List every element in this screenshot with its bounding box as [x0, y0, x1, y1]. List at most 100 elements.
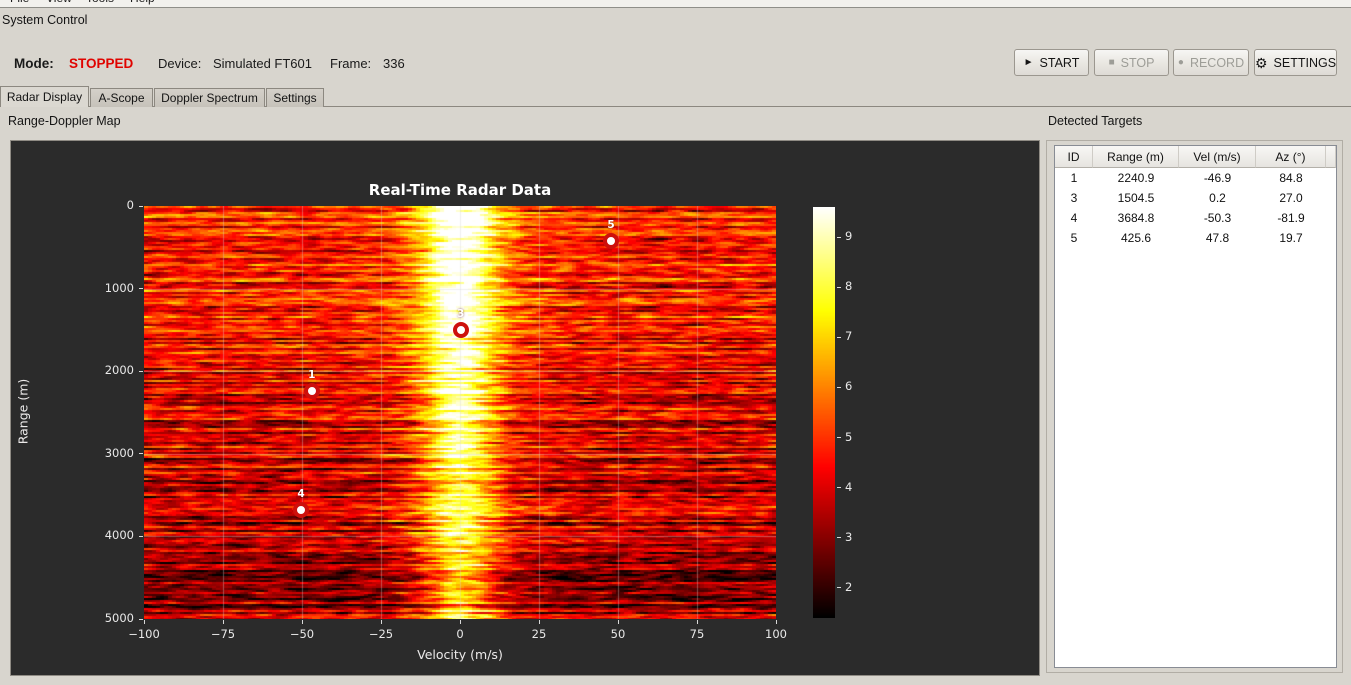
menu-item-view[interactable]: View [46, 0, 72, 5]
y-tick-mark [139, 206, 143, 207]
menu-item-tools[interactable]: Tools [86, 0, 114, 5]
x-tick-mark [223, 620, 224, 624]
table-row[interactable]: 4 3684.8 -50.3 -81.9 [1055, 208, 1336, 228]
colorbar-tick-label: 8 [845, 279, 853, 294]
colorbar-tick-mark [837, 437, 841, 438]
x-tick-mark [302, 620, 303, 624]
record-button: ● RECORD [1173, 49, 1249, 76]
x-tick-label: −100 [128, 627, 160, 641]
table-cell: 84.8 [1279, 171, 1303, 185]
colorbar-tick-mark [837, 387, 841, 388]
table-cell: -81.9 [1277, 211, 1305, 225]
tab-settings[interactable]: Settings [266, 88, 324, 107]
x-tick-label: 100 [765, 627, 787, 641]
start-button-label: START [1039, 55, 1080, 70]
target-marker-label: 4 [297, 488, 305, 501]
colorbar-tick-label: 5 [845, 429, 853, 444]
stop-button-label: STOP [1120, 55, 1155, 70]
settings-button[interactable]: ⚙ SETTINGS [1254, 49, 1337, 76]
target-marker-label: 1 [308, 369, 316, 382]
colorbar [813, 207, 835, 618]
table-cell: 425.6 [1120, 231, 1152, 245]
table-cell: 27.0 [1279, 191, 1303, 205]
system-control-group: System Control Mode: STOPPED Device: Sim… [0, 8, 1351, 86]
table-cell: -46.9 [1203, 171, 1232, 185]
tab-bar: Radar Display A-Scope Doppler Spectrum Sett… [0, 86, 1351, 107]
table-cell: -50.3 [1203, 211, 1232, 225]
table-cell: 2240.9 [1117, 171, 1155, 185]
y-tick-mark [139, 288, 143, 289]
x-tick-mark [539, 620, 540, 624]
tab-radar-display[interactable]: Radar Display [0, 86, 89, 107]
device-value: Simulated FT601 [213, 56, 312, 71]
column-header-filler [1326, 146, 1336, 168]
y-tick-label: 0 [126, 198, 134, 212]
colorbar-tick-label: 9 [845, 229, 853, 244]
play-icon: ► [1023, 56, 1034, 68]
menu-item-file[interactable]: File [10, 0, 29, 5]
x-tick-label: −75 [210, 627, 236, 641]
table-cell: 0.2 [1209, 191, 1226, 205]
table-cell: 3684.8 [1117, 211, 1155, 225]
y-tick-label: 5000 [104, 611, 134, 625]
start-button[interactable]: ► START [1014, 49, 1089, 76]
table-cell: 3 [1070, 191, 1078, 205]
colorbar-tick-mark [837, 487, 841, 488]
range-doppler-map-title: Range-Doppler Map [8, 114, 121, 128]
record-button-label: RECORD [1189, 55, 1245, 70]
column-header-id[interactable]: ID [1055, 146, 1093, 168]
settings-button-label: SETTINGS [1273, 55, 1337, 70]
detected-targets-title: Detected Targets [1048, 114, 1143, 128]
target-marker-label: 3 [456, 308, 465, 321]
column-header-range-m[interactable]: Range (m) [1093, 146, 1179, 168]
x-axis-label: Velocity (m/s) [417, 647, 503, 662]
mode-value: STOPPED [69, 56, 134, 71]
device-label: Device: [158, 56, 202, 71]
menu-bar: File View Tools Help [0, 0, 1351, 8]
menu-item-help[interactable]: Help [130, 0, 155, 5]
table-cell: 5 [1070, 231, 1078, 245]
table-row[interactable]: 5 425.6 47.8 19.7 [1055, 228, 1336, 248]
stop-button: ■ STOP [1094, 49, 1169, 76]
y-axis-label: Range (m) [15, 378, 31, 445]
detected-targets-table[interactable]: ID Range (m) Vel (m/s) Az (°) 1 2240.9 -46.9 84… [1054, 145, 1337, 668]
x-tick-mark [697, 620, 698, 624]
table-cell: 19.7 [1279, 231, 1303, 245]
heatmap-canvas [144, 206, 776, 619]
table-cell: 4 [1070, 211, 1078, 225]
x-tick-label: −50 [289, 627, 315, 641]
range-doppler-plot: Real-Time Radar Data −100 −75 −50 −25 0 25 50 7… [10, 140, 1040, 676]
chart-title: Real-Time Radar Data [368, 181, 552, 199]
colorbar-tick-label: 3 [845, 529, 853, 544]
colorbar-tick-mark [837, 287, 841, 288]
tab-doppler-spectrum[interactable]: Doppler Spectrum [154, 88, 265, 107]
column-header-az[interactable]: Az (°) [1256, 146, 1326, 168]
target-marker-label: 5 [607, 219, 615, 232]
target-marker [452, 322, 469, 339]
colorbar-tick-mark [837, 587, 841, 588]
frame-value: 336 [383, 56, 405, 71]
colorbar-tick-mark [837, 237, 841, 238]
frame-label: Frame: [330, 56, 372, 71]
tab-a-scope[interactable]: A-Scope [90, 88, 153, 107]
colorbar-tick-label: 6 [845, 379, 853, 394]
x-tick-label: 0 [456, 627, 464, 641]
mode-label: Mode: [14, 56, 54, 71]
colorbar-tick-label: 2 [845, 579, 853, 594]
detected-targets-group: ID Range (m) Vel (m/s) Az (°) 1 2240.9 -46.9 84… [1046, 140, 1343, 673]
column-header-vel-m-s[interactable]: Vel (m/s) [1179, 146, 1256, 168]
colorbar-tick-label: 7 [845, 329, 853, 344]
table-row[interactable]: 1 2240.9 -46.9 84.8 [1055, 168, 1336, 188]
x-tick-mark [381, 620, 382, 624]
target-marker [303, 383, 320, 400]
system-control-title: System Control [2, 13, 88, 27]
table-row[interactable]: 3 1504.5 0.2 27.0 [1055, 188, 1336, 208]
stop-icon: ■ [1108, 56, 1115, 68]
table-header-row: ID Range (m) Vel (m/s) Az (°) [1055, 146, 1336, 168]
x-tick-label: −25 [368, 627, 394, 641]
y-tick-mark [139, 453, 143, 454]
x-tick-mark [776, 620, 777, 624]
x-tick-mark [460, 620, 461, 624]
x-tick-label: 25 [531, 627, 547, 641]
record-icon: ● [1177, 56, 1184, 68]
